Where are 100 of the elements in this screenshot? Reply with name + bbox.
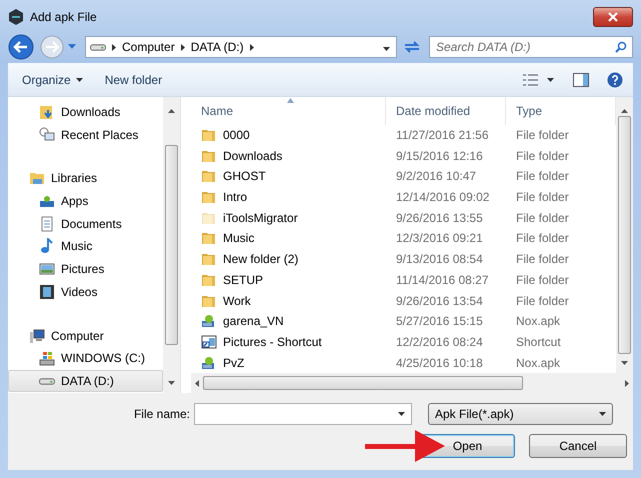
date-cell-text: 11/14/2016 08:27 bbox=[395, 272, 490, 287]
recent-places-icon bbox=[39, 126, 55, 143]
file-name-cell[interactable]: New folder (2) bbox=[191, 251, 386, 268]
caret-down-icon bbox=[621, 361, 628, 365]
sidebar-item[interactable]: Computer bbox=[8, 324, 163, 346]
caret-right-icon bbox=[180, 44, 185, 50]
app-logo-icon bbox=[8, 9, 24, 25]
file-type-dropdown[interactable]: Apk File(*.apk) bbox=[428, 403, 613, 425]
system-drive-icon bbox=[39, 350, 55, 366]
sidebar-item[interactable]: Videos bbox=[8, 281, 163, 303]
preview-pane-icon[interactable] bbox=[573, 72, 589, 86]
folder-download-icon bbox=[39, 104, 55, 120]
computer-icon bbox=[29, 328, 45, 344]
breadcrumb[interactable]: DATA (D:) bbox=[180, 40, 244, 54]
sidebar-item[interactable]: Libraries bbox=[8, 167, 163, 190]
file-name-cell[interactable]: Downloads bbox=[191, 148, 386, 164]
search-field[interactable]: Search DATA (D:) bbox=[429, 36, 633, 58]
sort-arrow-icon bbox=[287, 98, 294, 103]
caret-down-icon bbox=[383, 47, 390, 51]
type-cell-text: Shortcut bbox=[515, 334, 562, 349]
file-name-cell[interactable]: iToolsMigrator bbox=[191, 210, 386, 226]
date-cell-text: 12/3/2016 09:21 bbox=[395, 231, 484, 246]
breadcrumb[interactable]: Computer bbox=[112, 40, 175, 54]
vertical-scrollbar[interactable] bbox=[616, 97, 633, 373]
library-folder-icon bbox=[29, 170, 45, 186]
file-name-cell[interactable]: Music bbox=[191, 230, 386, 246]
toolbar-button[interactable]: New folder bbox=[100, 70, 166, 88]
sidebar-item[interactable]: DATA (D:) bbox=[8, 370, 163, 392]
file-name-cell[interactable]: GHOST bbox=[191, 168, 386, 184]
date-cell-text: 9/26/2016 13:55 bbox=[395, 210, 484, 225]
close-button[interactable] bbox=[593, 7, 633, 27]
music-note-icon bbox=[39, 238, 55, 254]
type-cell-text: File folder bbox=[515, 128, 570, 142]
file-name-label: File name: bbox=[132, 407, 190, 421]
type-cell-text: File folder bbox=[515, 210, 570, 225]
sidebar-item[interactable]: Apps bbox=[8, 190, 163, 212]
date-cell-text: 5/27/2016 15:15 bbox=[395, 314, 484, 328]
file-name-cell[interactable]: 0000 bbox=[191, 126, 386, 143]
date-cell-text: 11/27/2016 21:56 bbox=[395, 128, 490, 142]
sidebar-item[interactable]: WINDOWS (C:) bbox=[8, 347, 163, 370]
type-cell-text: Nox.apk bbox=[515, 314, 562, 328]
sidebar-item[interactable]: Downloads bbox=[8, 101, 163, 123]
date-cell-text: 9/26/2016 13:54 bbox=[395, 294, 484, 308]
caret-down-icon bbox=[168, 381, 175, 385]
history-dropdown-icon[interactable] bbox=[68, 43, 76, 51]
caret-left-icon bbox=[195, 380, 199, 386]
folder-icon bbox=[201, 189, 217, 206]
caret-up-icon bbox=[168, 109, 175, 113]
drive-icon bbox=[90, 44, 106, 50]
film-strip-icon bbox=[39, 284, 55, 300]
date-cell-text: 9/15/2016 12:16 bbox=[395, 148, 484, 163]
sidebar-item[interactable]: Documents bbox=[8, 212, 163, 235]
android-package-icon bbox=[201, 354, 217, 371]
caret-right-icon bbox=[250, 44, 254, 50]
file-name-cell[interactable]: SETUP bbox=[191, 272, 386, 288]
address-bar[interactable]: Computer DATA (D:) bbox=[85, 36, 397, 58]
file-name-cell[interactable]: Intro bbox=[191, 189, 386, 206]
date-cell-text: 4/25/2016 10:18 bbox=[395, 356, 484, 370]
window-title: Add apk File bbox=[30, 10, 97, 24]
caret-right-icon bbox=[625, 380, 629, 387]
sidebar-item[interactable]: Recent Places bbox=[8, 124, 163, 146]
search-icon bbox=[615, 41, 627, 53]
type-cell-text: File folder bbox=[515, 272, 570, 287]
caret-right-icon bbox=[112, 44, 116, 50]
type-cell-text: File folder bbox=[515, 252, 570, 266]
date-cell-text: 9/2/2016 10:47 bbox=[395, 169, 478, 184]
sidebar-item[interactable]: Pictures bbox=[8, 258, 163, 280]
picture-icon bbox=[39, 261, 55, 278]
back-button[interactable] bbox=[8, 34, 36, 60]
folder-icon bbox=[201, 251, 217, 268]
date-cell-text: 9/13/2016 08:54 bbox=[395, 252, 484, 266]
caret-down-icon bbox=[599, 412, 606, 416]
picture-shortcut-icon bbox=[201, 334, 217, 350]
close-icon bbox=[608, 12, 618, 22]
view-options-icon[interactable] bbox=[523, 72, 555, 86]
date-cell-text: 12/14/2016 09:02 bbox=[395, 190, 490, 204]
vertical-scrollbar[interactable] bbox=[163, 97, 180, 393]
folder-icon bbox=[201, 168, 217, 184]
file-name-field[interactable] bbox=[194, 403, 412, 425]
dialog-button[interactable]: Cancel bbox=[529, 434, 627, 458]
help-icon[interactable] bbox=[607, 72, 623, 88]
folder-icon bbox=[201, 230, 217, 246]
type-cell-text: File folder bbox=[515, 294, 570, 308]
file-name-cell[interactable]: Pictures - Shortcut bbox=[191, 334, 386, 350]
horizontal-scrollbar[interactable] bbox=[191, 373, 633, 393]
type-cell-text: File folder bbox=[515, 190, 570, 204]
caret-down-icon bbox=[398, 412, 405, 416]
type-cell-text: Nox.apk bbox=[515, 356, 562, 370]
column-header[interactable]: Date modified bbox=[386, 97, 506, 125]
type-cell-text: File folder bbox=[515, 169, 570, 184]
type-cell-text: File folder bbox=[515, 148, 570, 163]
android-package-icon bbox=[201, 313, 217, 330]
type-cell-text: File folder bbox=[515, 231, 570, 246]
caret-down-icon bbox=[76, 78, 83, 82]
sidebar-item[interactable]: Music bbox=[8, 236, 163, 258]
document-icon bbox=[39, 216, 55, 232]
toolbar-button[interactable]: Organize bbox=[18, 70, 87, 88]
file-name-cell[interactable]: garena_VN bbox=[191, 313, 386, 330]
file-name-cell[interactable]: PvZ bbox=[191, 354, 386, 371]
file-name-cell[interactable]: Work bbox=[191, 292, 386, 309]
